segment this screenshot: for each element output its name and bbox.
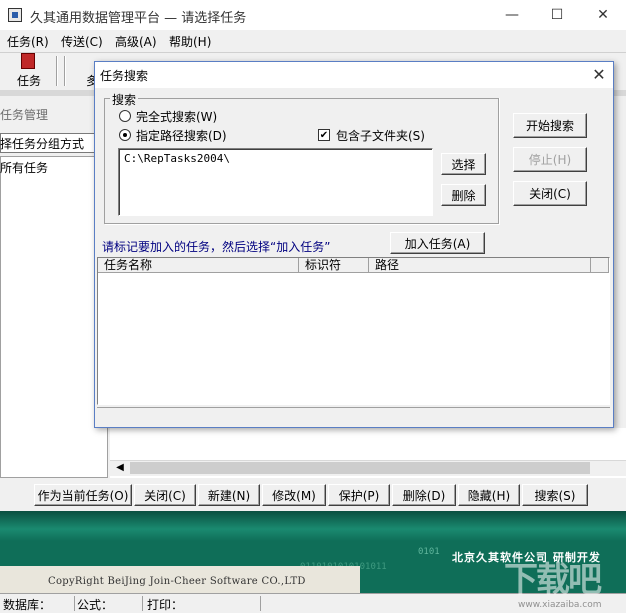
menu-transfer[interactable]: 传送(C)	[61, 33, 103, 50]
watermark-url: www.xiazaiba.com	[518, 600, 602, 610]
close-icon[interactable]: ✕	[580, 0, 626, 30]
new-button[interactable]: 新建(N)	[198, 484, 260, 506]
menu-help[interactable]: 帮助(H)	[169, 33, 211, 50]
protect-button[interactable]: 保护(P)	[328, 484, 390, 506]
delete-button[interactable]: 删除(D)	[392, 484, 456, 506]
maximize-icon[interactable]: ☐	[534, 0, 580, 30]
radio-path-search-label[interactable]: 指定路径搜索(D)	[136, 127, 227, 144]
banner-band	[0, 511, 626, 541]
column-header-path[interactable]: 路径	[369, 258, 591, 273]
scroll-left-icon[interactable]: ◀	[112, 461, 128, 475]
dialog-titlebar	[95, 62, 613, 88]
radio-path-search[interactable]	[119, 129, 131, 141]
toolbar-separator	[56, 56, 58, 86]
task-icon[interactable]	[21, 53, 35, 69]
search-result-list[interactable]	[97, 257, 610, 405]
set-current-task-button[interactable]: 作为当前任务(O)	[34, 484, 132, 506]
status-formula: 公式：	[77, 596, 143, 612]
banner-binary: 0101	[418, 547, 440, 557]
include-subfolders-label[interactable]: 包含子文件夹(S)	[336, 127, 425, 144]
hide-button[interactable]: 隐藏(H)	[458, 484, 520, 506]
path-item[interactable]: C:\RepTasks2004\	[124, 152, 230, 165]
tree-item-all-tasks[interactable]: 所有任务	[0, 159, 48, 176]
stop-search-button: 停止(H)	[513, 147, 587, 172]
status-print: 打印：	[147, 596, 261, 612]
app-icon	[8, 8, 22, 22]
column-header-task-name[interactable]: 任务名称	[98, 258, 299, 273]
radio-full-search-label[interactable]: 完全式搜索(W)	[136, 108, 217, 125]
delete-path-button[interactable]: 删除	[441, 184, 486, 206]
dialog-close-icon[interactable]: ✕	[586, 62, 612, 88]
include-subfolders-checkbox[interactable]: ✔	[318, 129, 330, 141]
dialog-divider	[498, 98, 500, 224]
column-header-identifier[interactable]: 标识符	[299, 258, 369, 273]
scrollbar-thumb[interactable]	[130, 462, 590, 474]
menu-task[interactable]: 任务(R)	[7, 33, 49, 50]
search-button[interactable]: 搜索(S)	[522, 484, 588, 506]
close-button[interactable]: 关闭(C)	[134, 484, 196, 506]
add-task-button[interactable]: 加入任务(A)	[390, 232, 485, 254]
status-database: 数据库：	[3, 596, 75, 612]
watermark: 下载吧	[504, 560, 602, 600]
dialog-title: 任务搜索	[100, 69, 149, 83]
column-header-filler	[591, 258, 609, 273]
group-select-value: 择任务分组方式	[0, 137, 85, 151]
minimize-icon[interactable]: —	[489, 0, 535, 30]
start-search-button[interactable]: 开始搜索	[513, 113, 587, 138]
task-tree[interactable]	[0, 156, 108, 478]
copyright-text: CopyRight BeiJing Join-Cheer Software CO…	[48, 576, 306, 587]
menu-advanced[interactable]: 高级(A)	[115, 33, 157, 50]
search-group-label: 搜索	[110, 91, 139, 108]
toolbar-separator	[64, 56, 66, 86]
dialog-hint: 请标记要加入的任务，然后选择“加入任务”	[102, 240, 331, 254]
toolbar-task-button[interactable]: 任务	[17, 72, 41, 89]
window-title: 久其通用数据管理平台 — 请选择任务	[30, 11, 247, 26]
dialog-statusbar	[97, 407, 610, 423]
dialog-close-button[interactable]: 关闭(C)	[513, 181, 587, 206]
edit-button[interactable]: 修改(M)	[262, 484, 326, 506]
left-panel-title: 任务管理	[0, 108, 49, 122]
select-path-button[interactable]: 选择	[441, 153, 486, 175]
radio-full-search[interactable]	[119, 110, 131, 122]
